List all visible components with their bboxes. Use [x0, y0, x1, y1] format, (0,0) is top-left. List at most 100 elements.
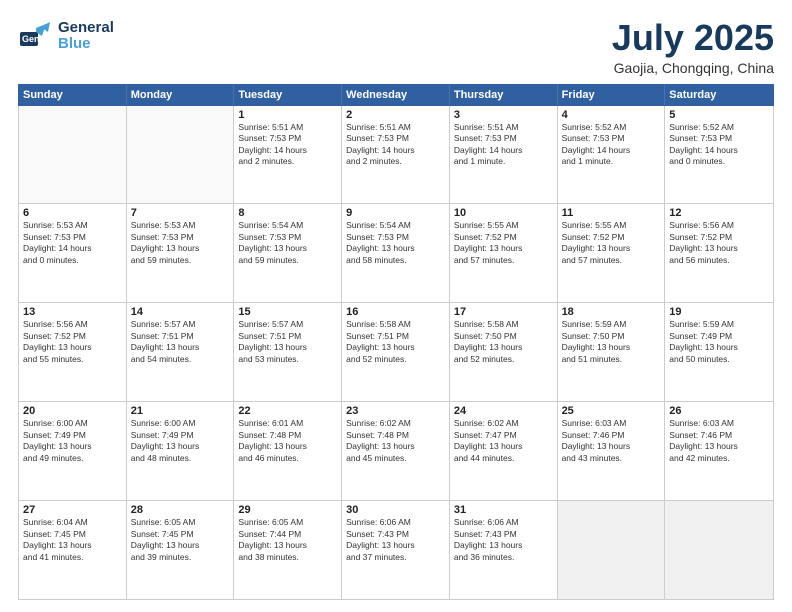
calendar-cell: 31Sunrise: 6:06 AM Sunset: 7:43 PM Dayli…	[450, 501, 558, 599]
calendar-cell: 6Sunrise: 5:53 AM Sunset: 7:53 PM Daylig…	[19, 204, 127, 302]
day-number: 21	[131, 405, 230, 417]
day-number: 12	[669, 207, 769, 219]
cell-info: Sunrise: 5:59 AM Sunset: 7:50 PM Dayligh…	[562, 319, 661, 365]
calendar-cell: 11Sunrise: 5:55 AM Sunset: 7:52 PM Dayli…	[558, 204, 666, 302]
cell-info: Sunrise: 5:54 AM Sunset: 7:53 PM Dayligh…	[238, 220, 337, 266]
cell-info: Sunrise: 5:53 AM Sunset: 7:53 PM Dayligh…	[23, 220, 122, 266]
cell-info: Sunrise: 6:00 AM Sunset: 7:49 PM Dayligh…	[131, 418, 230, 464]
cell-info: Sunrise: 6:05 AM Sunset: 7:44 PM Dayligh…	[238, 517, 337, 563]
cell-info: Sunrise: 6:06 AM Sunset: 7:43 PM Dayligh…	[454, 517, 553, 563]
weekday-header: Saturday	[665, 85, 773, 105]
page: Gen General Blue July 2025 Gaojia, Chong…	[0, 0, 792, 612]
calendar-cell: 20Sunrise: 6:00 AM Sunset: 7:49 PM Dayli…	[19, 402, 127, 500]
calendar-cell	[558, 501, 666, 599]
calendar-row: 6Sunrise: 5:53 AM Sunset: 7:53 PM Daylig…	[19, 204, 773, 303]
cell-info: Sunrise: 5:53 AM Sunset: 7:53 PM Dayligh…	[131, 220, 230, 266]
day-number: 6	[23, 207, 122, 219]
day-number: 8	[238, 207, 337, 219]
cell-info: Sunrise: 5:56 AM Sunset: 7:52 PM Dayligh…	[669, 220, 769, 266]
calendar-body: 1Sunrise: 5:51 AM Sunset: 7:53 PM Daylig…	[18, 106, 774, 600]
cell-info: Sunrise: 5:56 AM Sunset: 7:52 PM Dayligh…	[23, 319, 122, 365]
calendar-cell: 29Sunrise: 6:05 AM Sunset: 7:44 PM Dayli…	[234, 501, 342, 599]
day-number: 30	[346, 504, 445, 516]
cell-info: Sunrise: 5:52 AM Sunset: 7:53 PM Dayligh…	[669, 122, 769, 168]
day-number: 17	[454, 306, 553, 318]
title-section: July 2025 Gaojia, Chongqing, China	[612, 18, 774, 76]
calendar-cell: 25Sunrise: 6:03 AM Sunset: 7:46 PM Dayli…	[558, 402, 666, 500]
calendar-cell: 18Sunrise: 5:59 AM Sunset: 7:50 PM Dayli…	[558, 303, 666, 401]
weekday-header: Tuesday	[234, 85, 342, 105]
calendar-cell: 27Sunrise: 6:04 AM Sunset: 7:45 PM Dayli…	[19, 501, 127, 599]
day-number: 11	[562, 207, 661, 219]
logo: Gen General Blue	[18, 18, 114, 54]
calendar-cell: 3Sunrise: 5:51 AM Sunset: 7:53 PM Daylig…	[450, 106, 558, 204]
calendar-row: 20 Sunrise: 6:00 AM Sunset: 7:49 PM Dayli…	[19, 402, 773, 501]
calendar-cell: 1Sunrise: 5:51 AM Sunset: 7:53 PM Daylig…	[234, 106, 342, 204]
weekday-header: Sunday	[19, 85, 127, 105]
calendar-cell: 15Sunrise: 5:57 AM Sunset: 7:51 PM Dayli…	[234, 303, 342, 401]
cell-info: Sunrise: 5:58 AM Sunset: 7:51 PM Dayligh…	[346, 319, 445, 365]
calendar-cell	[127, 106, 235, 204]
calendar-cell: 4Sunrise: 5:52 AM Sunset: 7:53 PM Daylig…	[558, 106, 666, 204]
cell-info: Sunrise: 5:57 AM Sunset: 7:51 PM Dayligh…	[238, 319, 337, 365]
calendar-row: 13Sunrise: 5:56 AM Sunset: 7:52 PM Dayli…	[19, 303, 773, 402]
day-number: 24	[454, 405, 553, 417]
calendar-cell: 26Sunrise: 6:03 AM Sunset: 7:46 PM Dayli…	[665, 402, 773, 500]
day-number: 23	[346, 405, 445, 417]
day-number: 20	[23, 405, 122, 417]
cell-info: Sunrise: 6:03 AM Sunset: 7:46 PM Dayligh…	[669, 418, 769, 464]
calendar-cell: 2Sunrise: 5:51 AM Sunset: 7:53 PM Daylig…	[342, 106, 450, 204]
day-number: 1	[238, 109, 337, 121]
cell-info: Sunrise: 5:51 AM Sunset: 7:53 PM Dayligh…	[238, 122, 337, 168]
calendar-cell: 9Sunrise: 5:54 AM Sunset: 7:53 PM Daylig…	[342, 204, 450, 302]
calendar-cell: 12Sunrise: 5:56 AM Sunset: 7:52 PM Dayli…	[665, 204, 773, 302]
weekday-header: Thursday	[450, 85, 558, 105]
calendar-row: 27Sunrise: 6:04 AM Sunset: 7:45 PM Dayli…	[19, 501, 773, 599]
calendar-cell: 24Sunrise: 6:02 AM Sunset: 7:47 PM Dayli…	[450, 402, 558, 500]
weekday-header: Wednesday	[342, 85, 450, 105]
calendar-cell: 13Sunrise: 5:56 AM Sunset: 7:52 PM Dayli…	[19, 303, 127, 401]
calendar-cell: 23Sunrise: 6:02 AM Sunset: 7:48 PM Dayli…	[342, 402, 450, 500]
calendar-header: SundayMondayTuesdayWednesdayThursdayFrid…	[18, 84, 774, 106]
calendar-cell: 30Sunrise: 6:06 AM Sunset: 7:43 PM Dayli…	[342, 501, 450, 599]
logo-line2: Blue	[58, 36, 114, 53]
calendar-cell: 8Sunrise: 5:54 AM Sunset: 7:53 PM Daylig…	[234, 204, 342, 302]
calendar-cell: 5Sunrise: 5:52 AM Sunset: 7:53 PM Daylig…	[665, 106, 773, 204]
svg-text:Gen: Gen	[22, 34, 40, 44]
day-number: 22	[238, 405, 337, 417]
cell-info: Sunrise: 5:52 AM Sunset: 7:53 PM Dayligh…	[562, 122, 661, 168]
cell-info: Sunrise: 5:54 AM Sunset: 7:53 PM Dayligh…	[346, 220, 445, 266]
calendar-cell: 17Sunrise: 5:58 AM Sunset: 7:50 PM Dayli…	[450, 303, 558, 401]
cell-info: Sunrise: 5:57 AM Sunset: 7:51 PM Dayligh…	[131, 319, 230, 365]
cell-info: Sunrise: 6:04 AM Sunset: 7:45 PM Dayligh…	[23, 517, 122, 563]
calendar-cell: 10Sunrise: 5:55 AM Sunset: 7:52 PM Dayli…	[450, 204, 558, 302]
calendar-cell: 21Sunrise: 6:00 AM Sunset: 7:49 PM Dayli…	[127, 402, 235, 500]
day-number: 29	[238, 504, 337, 516]
day-number: 31	[454, 504, 553, 516]
cell-info: Sunrise: 5:59 AM Sunset: 7:49 PM Dayligh…	[669, 319, 769, 365]
day-number: 9	[346, 207, 445, 219]
weekday-header: Friday	[558, 85, 666, 105]
day-number: 5	[669, 109, 769, 121]
day-number: 27	[23, 504, 122, 516]
calendar-cell: 7Sunrise: 5:53 AM Sunset: 7:53 PM Daylig…	[127, 204, 235, 302]
cell-info: Sunrise: 5:55 AM Sunset: 7:52 PM Dayligh…	[454, 220, 553, 266]
logo-line1: General	[58, 20, 114, 37]
header: Gen General Blue July 2025 Gaojia, Chong…	[18, 18, 774, 76]
day-number: 15	[238, 306, 337, 318]
cell-info: Sunrise: 5:51 AM Sunset: 7:53 PM Dayligh…	[346, 122, 445, 168]
day-number: 25	[562, 405, 661, 417]
logo-icon: Gen	[18, 18, 54, 54]
cell-info: Sunrise: 6:02 AM Sunset: 7:48 PM Dayligh…	[346, 418, 445, 464]
day-number: 7	[131, 207, 230, 219]
cell-info: Sunrise: 6:05 AM Sunset: 7:45 PM Dayligh…	[131, 517, 230, 563]
day-number: 19	[669, 306, 769, 318]
calendar-cell: 16Sunrise: 5:58 AM Sunset: 7:51 PM Dayli…	[342, 303, 450, 401]
day-number: 13	[23, 306, 122, 318]
day-number: 10	[454, 207, 553, 219]
calendar-cell: 28Sunrise: 6:05 AM Sunset: 7:45 PM Dayli…	[127, 501, 235, 599]
calendar: SundayMondayTuesdayWednesdayThursdayFrid…	[18, 84, 774, 600]
calendar-cell	[19, 106, 127, 204]
weekday-header: Monday	[127, 85, 235, 105]
day-number: 18	[562, 306, 661, 318]
